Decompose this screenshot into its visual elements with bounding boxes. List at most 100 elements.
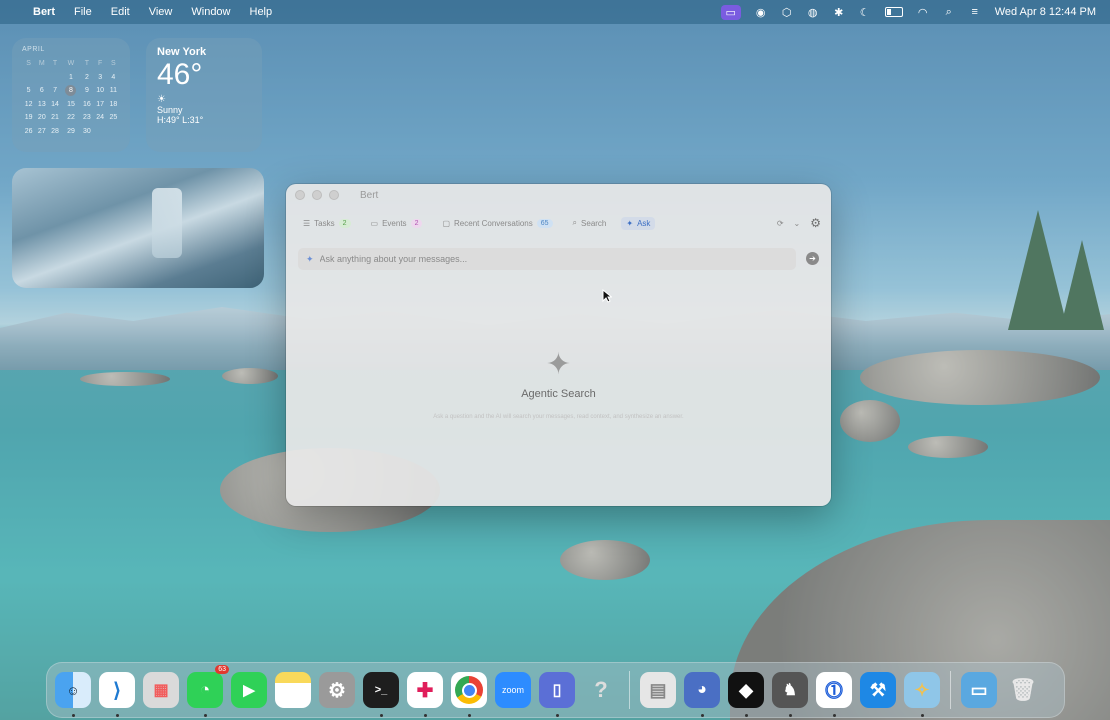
chrome-center [461,682,477,698]
running-indicator [921,714,924,717]
tab-label: Ask [637,218,651,228]
tab-label: Events [382,218,407,228]
trash-icon[interactable]: 🗑 [1005,672,1041,708]
focus-moon-icon[interactable]: ☾ [859,6,871,19]
unknown-app-icon[interactable]: ? [583,672,619,708]
weather-condition: Sunny [157,105,183,115]
zoom-icon[interactable]: zoom [495,672,531,708]
send-arrow-button[interactable]: ➔ [806,252,819,265]
running-indicator [204,714,207,717]
calendar-day: 7 [53,87,57,95]
calendar-day: 19 [24,114,33,122]
calendar-widget[interactable]: APRIL S M T W T F S 1 2 3 4 5 6 7 8 9 10… [12,38,130,152]
calendar-day: 21 [51,114,59,122]
chrome-icon[interactable] [451,672,487,717]
robot-app-icon[interactable]: ◕ [684,672,720,717]
tab-ask[interactable]: ✦ Ask [621,216,656,230]
calendar-day: 18 [109,100,118,108]
dock: ☺ ⟩ ▦ ◔ 63 ▶ ⚙ >_ ✚ zoom ▯ ? ▤ ◕ ◆ ♞ ⓵ ⚒ … [46,662,1065,718]
menu-window[interactable]: Window [191,6,230,18]
spotlight-search-icon[interactable]: ⌕ [943,6,955,19]
alien-app-icon[interactable]: ♞ [772,672,808,717]
calendar-day: 29 [67,127,75,135]
tab-events[interactable]: ▭ Events 2 [366,217,428,230]
bert-window: Bert ☰ Tasks 2 ▭ Events 2 ▢ Recent Conve… [286,184,831,506]
system-settings-icon[interactable]: ⚙ [319,672,355,708]
calendar-day [48,71,61,85]
calendar-month: APRIL [22,46,45,53]
calendar-day [35,71,48,85]
window-titlebar[interactable]: Bert [286,184,831,206]
wifi-icon[interactable]: ◠ [917,6,929,19]
finder-icon[interactable]: ☺ [55,672,91,717]
document-icon[interactable]: ▤ [640,672,676,708]
running-indicator [424,714,427,717]
refresh-icon[interactable]: ⟳ [777,219,784,228]
messages-icon[interactable]: ◔ 63 [187,665,229,717]
calendar-day: 14 [51,100,59,108]
facetime-icon[interactable]: ▶ [231,672,267,708]
dock-separator [629,671,630,709]
tab-label: Search [581,218,607,228]
calendar-day: 11 [109,87,118,95]
calendar-day: 3 [98,73,103,81]
control-center-icon[interactable]: ≡ [969,6,981,18]
vscode-icon[interactable]: ⟩ [99,672,135,717]
running-indicator [789,714,792,717]
xcode-hammer-icon[interactable]: ⚒ [860,672,896,708]
slack-icon[interactable]: ✚ [407,672,443,717]
calendar-day: 4 [111,73,116,81]
calendar-day: 6 [39,87,44,95]
tab-search[interactable]: ⌕ Search [568,216,612,230]
notes-icon[interactable] [275,672,311,708]
tab-recent-conversations[interactable]: ▢ Recent Conversations 65 [437,217,557,230]
screen-share-icon[interactable]: ▭ [720,4,741,20]
minimize-window-button[interactable] [312,190,322,200]
weekday-header: M [38,60,45,68]
tab-tasks[interactable]: ☰ Tasks 2 [298,217,356,230]
menu-view[interactable]: View [149,6,173,18]
photo-widget[interactable] [12,168,264,288]
sparkle-icon: ✦ [626,218,634,228]
app-menu-bert[interactable]: Bert [33,6,55,18]
sun-icon: ☀ [157,94,166,105]
dock-separator [950,671,951,709]
cleaner-app-icon[interactable]: ✧ [904,672,940,717]
chevron-down-icon[interactable]: ⌄ [794,219,801,228]
battery-icon[interactable] [884,7,903,17]
ask-input-bar[interactable]: ✦ [298,248,796,270]
events-icon: ▭ [370,218,379,228]
calendar-day: 9 [84,87,89,95]
simulator-icon[interactable]: ▯ [539,672,575,717]
ask-input[interactable] [317,253,762,265]
weather-widget[interactable]: New York 46° ☀ Sunny H:49° L:31° [146,38,262,152]
downloads-folder-icon[interactable]: ▭ [961,672,997,708]
zoom-window-button[interactable] [329,190,339,200]
menu-edit[interactable]: Edit [111,6,130,18]
record-icon[interactable]: ◉ [755,6,767,19]
conversations-count-badge: 65 [536,218,553,228]
calendar-day: 10 [96,87,105,95]
menu-file[interactable]: File [74,6,92,18]
password-manager-icon[interactable]: ⓵ [816,672,852,717]
vpn-icon[interactable]: ◍ [807,6,819,19]
box-icon[interactable]: ⬡ [781,6,793,19]
bug-icon[interactable]: ✱ [833,6,845,19]
menubar-clock[interactable]: Wed Apr 8 12:44 PM [995,6,1096,18]
waterfall-image [152,188,182,258]
zoom-label: zoom [501,685,524,695]
calendar-day: 24 [96,114,105,122]
gear-icon[interactable]: ⚙ [810,216,821,230]
weather-temperature: 46° [157,58,203,91]
cube-app-icon[interactable]: ◆ [728,672,764,717]
empty-state-subtitle: Ask a question and the AI will search yo… [433,414,684,420]
close-window-button[interactable] [295,190,305,200]
sparkles-icon: ✦ [545,348,572,381]
window-title: Bert [360,189,379,201]
calendar-day: 2 [84,73,89,81]
tab-bar: ☰ Tasks 2 ▭ Events 2 ▢ Recent Conversati… [298,215,821,231]
launchpad-icon[interactable]: ▦ [143,672,179,708]
terminal-icon[interactable]: >_ [363,672,399,717]
menu-help[interactable]: Help [250,6,273,18]
calendar-day [22,71,35,85]
